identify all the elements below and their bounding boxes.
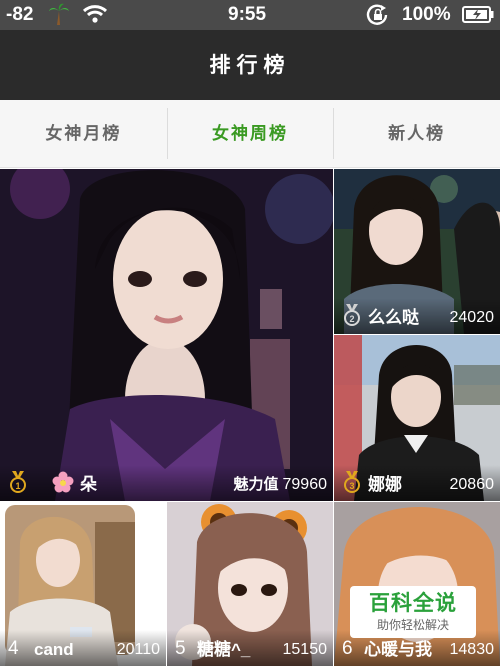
- wifi-icon: [82, 5, 108, 23]
- palm-tree-icon: [49, 3, 69, 25]
- rank-number: 5: [175, 638, 186, 659]
- rank-number: 4: [8, 638, 19, 659]
- tab-goddess-monthly[interactable]: 女神月榜: [0, 100, 167, 167]
- ranking-card-1[interactable]: 1 朵 魅力值 79960: [0, 169, 333, 501]
- battery-charging-icon: [462, 6, 494, 23]
- watermark-badge: 百科全说 助你轻松解决: [350, 586, 476, 638]
- nickname: 心暖与我: [364, 640, 432, 659]
- silver-medal-icon: 2: [344, 304, 360, 326]
- medal-rank-number: 1: [15, 481, 20, 491]
- ranking-card-5[interactable]: 5 糖糖^_ 15150: [167, 502, 333, 666]
- score-value: 15150: [282, 641, 328, 658]
- charm-score: 魅力值 79960: [233, 473, 327, 494]
- card-caption: 3 娜娜 20860: [334, 465, 500, 501]
- nickname: 糖糖^_: [197, 640, 251, 659]
- nickname: 朵: [80, 475, 97, 494]
- nickname: 娜娜: [368, 475, 402, 494]
- watermark-title: 百科全说: [369, 591, 457, 615]
- rotation-lock-icon: [366, 4, 388, 25]
- ranking-card-6[interactable]: 6 心暖与我 14830: [334, 502, 500, 666]
- score-value: 14830: [449, 641, 495, 658]
- score-value: 79960: [282, 476, 328, 493]
- flower-icon: [52, 471, 74, 493]
- battery-percent: 100%: [402, 4, 451, 25]
- ranking-card-4[interactable]: 4 cand 20110: [0, 502, 166, 666]
- gold-medal-icon: 1: [10, 471, 26, 493]
- card-caption: 5 糖糖^_ 15150: [167, 630, 333, 666]
- profile-photo: [0, 169, 333, 501]
- bronze-medal-icon: 3: [344, 471, 360, 493]
- card-caption: 1 朵 魅力值 79960: [0, 465, 333, 501]
- medal-rank-number: 3: [349, 481, 354, 491]
- ranking-card-3[interactable]: 3 娜娜 20860: [334, 335, 500, 501]
- score-value: 20860: [449, 476, 495, 493]
- clock: 9:55: [228, 4, 267, 25]
- nickname: cand: [34, 640, 74, 659]
- rank-number: 6: [342, 638, 353, 659]
- tab-newcomer[interactable]: 新人榜: [333, 100, 500, 167]
- signal-strength: -82: [6, 4, 34, 25]
- score-value: 24020: [449, 309, 495, 326]
- ranking-card-2[interactable]: 2 么么哒 24020: [334, 169, 500, 334]
- ranking-tabs: 女神月榜 女神周榜 新人榜: [0, 100, 500, 168]
- tab-goddess-weekly[interactable]: 女神周榜: [166, 100, 334, 167]
- medal-rank-number: 2: [349, 314, 354, 324]
- page-title: 排行榜: [0, 30, 500, 100]
- card-caption: 4 cand 20110: [0, 630, 166, 666]
- watermark-subtitle: 助你轻松解决: [376, 618, 449, 632]
- nickname: 么么哒: [368, 308, 419, 327]
- status-bar: -82 9:55 100%: [0, 0, 500, 30]
- score-label: 魅力值: [233, 476, 279, 493]
- card-caption: 2 么么哒 24020: [334, 298, 500, 334]
- score-value: 20110: [116, 641, 160, 658]
